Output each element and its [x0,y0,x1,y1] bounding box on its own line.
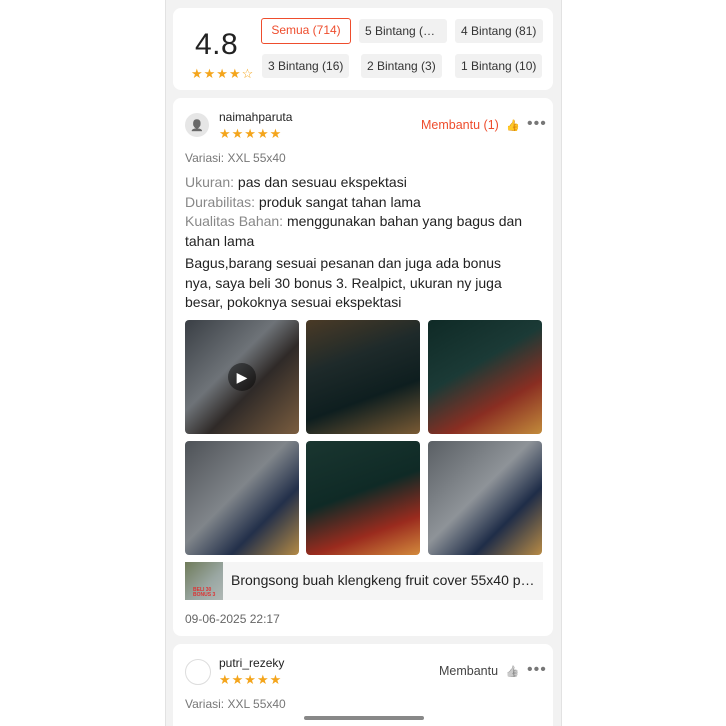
review-stars: ★★★★★ [219,672,283,687]
attribute-key: Durabilitas: [185,194,256,210]
attribute-value: pas dan sesuau ekspektasi [234,174,407,190]
review-photo[interactable] [306,320,420,434]
review-text: Bagus,barang sesuai pesanan dan juga ada… [185,255,502,310]
attribute-durability: Durabilitas: produk sangat tahan lama [185,193,535,213]
user-avatar[interactable]: 👤 [185,113,209,137]
thumbs-up-icon: 👍 [506,120,520,132]
product-name: Brongsong buah klengkeng fruit cover 55x… [231,572,537,588]
attribute-material-quality: Kualitas Bahan: menggunakan bahan yang b… [185,212,535,251]
filter-chip-1-star[interactable]: 1 Bintang (10) [455,54,543,78]
product-thumb-tag: BELI 30 BONUS 3 [193,587,216,598]
filter-chip-5-stars[interactable]: 5 Bintang (604) [359,19,447,43]
more-options-icon[interactable]: ••• [527,115,547,133]
product-link[interactable]: BELI 30 BONUS 3 Brongsong buah klengkeng… [185,562,543,600]
attribute-value: produk sangat tahan lama [255,194,421,210]
more-options-icon[interactable]: ••• [527,661,547,679]
review-photo[interactable] [428,441,542,555]
filter-chip-3-stars[interactable]: 3 Bintang (16) [262,54,350,78]
review-variant: Variasi: XXL 55x40 [185,697,286,711]
review-variant: Variasi: XXL 55x40 [185,151,286,165]
helpful-label: Membantu (1) [421,118,499,132]
review-photo[interactable] [306,441,420,555]
helpful-label: Membantu [439,664,499,678]
play-icon: ▶ [228,363,256,391]
review-photo[interactable] [185,441,299,555]
review-card: 👤 naimahparuta ★★★★★ Membantu (1) 👍 ••• … [173,98,553,636]
filter-chip-2-stars[interactable]: 2 Bintang (3) [361,54,442,78]
home-indicator[interactable] [304,716,424,720]
review-username[interactable]: naimahparuta [219,110,292,124]
rating-summary-card: 4.8 ★★★★☆ Semua (714) 5 Bintang (604) 4 … [173,8,553,90]
user-avatar[interactable] [185,659,211,685]
attribute-size: Ukuran: pas dan sesuau ekspektasi [185,173,535,193]
user-icon: 👤 [190,119,204,132]
review-video-thumbnail[interactable]: ▶ [185,320,299,434]
helpful-button[interactable]: Membantu 👍 [439,664,519,678]
review-date: 09-06-2025 22:17 [185,612,280,626]
review-username[interactable]: putri_rezeky [219,656,284,670]
review-photo[interactable] [428,320,542,434]
product-thumbnail: BELI 30 BONUS 3 [185,562,223,600]
attribute-key: Kualitas Bahan: [185,213,284,229]
thumbs-up-icon: 👍 [505,666,520,678]
review-stars: ★★★★★ [219,126,283,141]
review-card: putri_rezeky ★★★★★ Membantu 👍 ••• Varias… [173,644,553,726]
phone-screen: 4.8 ★★★★☆ Semua (714) 5 Bintang (604) 4 … [165,0,562,726]
attribute-key: Ukuran: [185,174,235,190]
filter-chip-all[interactable]: Semua (714) [261,18,351,44]
filter-chip-4-stars[interactable]: 4 Bintang (81) [455,19,543,43]
helpful-button[interactable]: Membantu (1) 👍 [421,118,520,132]
average-rating-stars: ★★★★☆ [191,66,255,81]
average-rating: 4.8 [195,28,239,61]
